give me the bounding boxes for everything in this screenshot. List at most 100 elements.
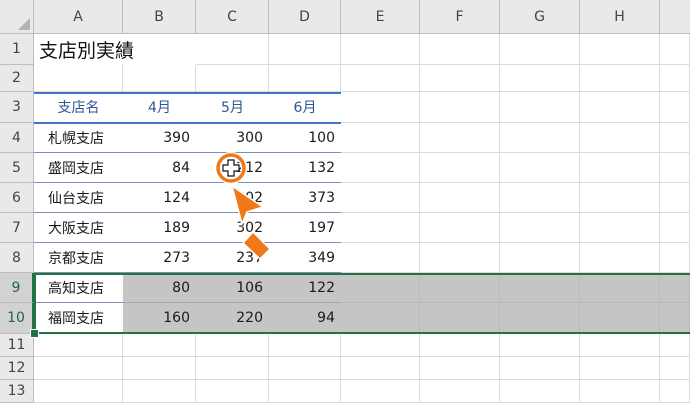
row-header-1[interactable]: 1 — [0, 34, 34, 65]
column-header-g[interactable]: G — [500, 0, 580, 34]
grid-cell[interactable] — [660, 357, 690, 380]
grid-cell[interactable] — [420, 34, 500, 65]
grid-cell[interactable] — [420, 273, 500, 303]
grid-cell[interactable] — [580, 153, 660, 183]
grid-cell[interactable] — [420, 183, 500, 213]
table-cell[interactable]: 80 — [123, 273, 196, 303]
column-header-h[interactable]: H — [580, 0, 660, 34]
grid-cell[interactable] — [660, 153, 690, 183]
grid-cell[interactable] — [341, 183, 420, 213]
grid-cell[interactable] — [500, 273, 580, 303]
grid-cell[interactable] — [420, 123, 500, 153]
table-cell[interactable]: 300 — [196, 123, 269, 153]
grid-cell[interactable] — [580, 123, 660, 153]
row-header-5[interactable]: 5 — [0, 153, 34, 183]
grid-cell[interactable] — [500, 334, 580, 357]
grid-cell[interactable] — [500, 65, 580, 92]
row-header-4[interactable]: 4 — [0, 123, 34, 153]
table-cell[interactable]: 盛岡支店 — [34, 153, 123, 183]
table-cell[interactable]: 札幌支店 — [34, 123, 123, 153]
table-cell[interactable]: 302 — [196, 183, 269, 213]
table-cell[interactable]: 124 — [123, 183, 196, 213]
table-cell[interactable]: 212 — [196, 153, 269, 183]
grid-cell[interactable] — [196, 357, 269, 380]
grid-cell[interactable] — [500, 153, 580, 183]
grid-cell[interactable] — [420, 213, 500, 243]
grid-cell[interactable] — [341, 213, 420, 243]
grid-cell[interactable] — [580, 34, 660, 65]
grid-cell[interactable] — [196, 334, 269, 357]
table-header-branch[interactable]: 支店名 — [34, 92, 123, 123]
grid-cell[interactable] — [341, 334, 420, 357]
grid-cell[interactable] — [269, 34, 341, 65]
grid-cell[interactable] — [269, 65, 341, 92]
table-cell[interactable]: 390 — [123, 123, 196, 153]
table-header-may[interactable]: 5月 — [196, 92, 269, 123]
grid-cell[interactable] — [420, 153, 500, 183]
column-header-e[interactable]: E — [341, 0, 420, 34]
table-header-jun[interactable]: 6月 — [269, 92, 341, 123]
table-cell[interactable]: 189 — [123, 213, 196, 243]
grid-cell[interactable] — [341, 123, 420, 153]
grid-cell[interactable] — [420, 357, 500, 380]
row-header-8[interactable]: 8 — [0, 243, 34, 273]
grid-cell[interactable] — [196, 65, 269, 92]
column-header-c[interactable]: C — [196, 0, 269, 34]
column-header-b[interactable]: B — [123, 0, 196, 34]
grid-cell[interactable] — [34, 357, 123, 380]
grid-cell[interactable] — [660, 334, 690, 357]
grid-cell[interactable] — [580, 303, 660, 334]
grid-cell[interactable] — [660, 213, 690, 243]
grid-cell[interactable] — [34, 334, 123, 357]
grid-cell[interactable] — [500, 92, 580, 123]
grid-cell[interactable] — [34, 65, 123, 92]
table-cell[interactable]: 160 — [123, 303, 196, 334]
grid-cell[interactable] — [660, 123, 690, 153]
row-header-7[interactable]: 7 — [0, 213, 34, 243]
table-header-apr[interactable]: 4月 — [123, 92, 196, 123]
grid-cell[interactable] — [341, 92, 420, 123]
grid-cell[interactable] — [580, 334, 660, 357]
grid-cell[interactable] — [123, 65, 196, 92]
grid-cell[interactable] — [420, 303, 500, 334]
grid-cell[interactable] — [341, 65, 420, 92]
grid-cell[interactable] — [269, 334, 341, 357]
table-cell[interactable]: 94 — [269, 303, 341, 334]
table-cell[interactable]: 237 — [196, 243, 269, 273]
grid-cell[interactable] — [341, 153, 420, 183]
row-header-6[interactable]: 6 — [0, 183, 34, 213]
grid-cell[interactable] — [660, 183, 690, 213]
table-cell[interactable]: 302 — [196, 213, 269, 243]
column-header-d[interactable]: D — [269, 0, 341, 34]
table-cell[interactable]: 197 — [269, 213, 341, 243]
grid-cell[interactable] — [500, 357, 580, 380]
selection-fill-handle[interactable] — [30, 329, 39, 338]
select-all-button[interactable] — [0, 0, 34, 34]
table-cell[interactable]: 大阪支店 — [34, 213, 123, 243]
column-header-f[interactable]: F — [420, 0, 500, 34]
table-cell[interactable]: 100 — [269, 123, 341, 153]
grid-cell[interactable] — [660, 65, 690, 92]
grid-cell[interactable] — [341, 273, 420, 303]
grid-cell[interactable] — [580, 243, 660, 273]
grid-cell[interactable] — [123, 334, 196, 357]
row-header-12[interactable]: 12 — [0, 357, 34, 380]
grid-cell[interactable] — [580, 273, 660, 303]
grid-cell[interactable] — [341, 357, 420, 380]
grid-cell[interactable] — [500, 303, 580, 334]
grid-cell[interactable] — [580, 92, 660, 123]
grid-cell[interactable] — [500, 183, 580, 213]
table-cell[interactable]: 高知支店 — [34, 273, 123, 303]
table-cell[interactable]: 132 — [269, 153, 341, 183]
grid-cell[interactable] — [123, 357, 196, 380]
table-cell[interactable]: 122 — [269, 273, 341, 303]
grid-cell[interactable] — [660, 92, 690, 123]
table-cell[interactable]: 84 — [123, 153, 196, 183]
grid-cell[interactable] — [660, 273, 690, 303]
grid-cell[interactable] — [341, 243, 420, 273]
row-header-3[interactable]: 3 — [0, 92, 34, 123]
grid-cell[interactable] — [660, 303, 690, 334]
row-header-2[interactable]: 2 — [0, 65, 34, 92]
grid-cell[interactable] — [660, 34, 690, 65]
grid-cell[interactable] — [500, 34, 580, 65]
